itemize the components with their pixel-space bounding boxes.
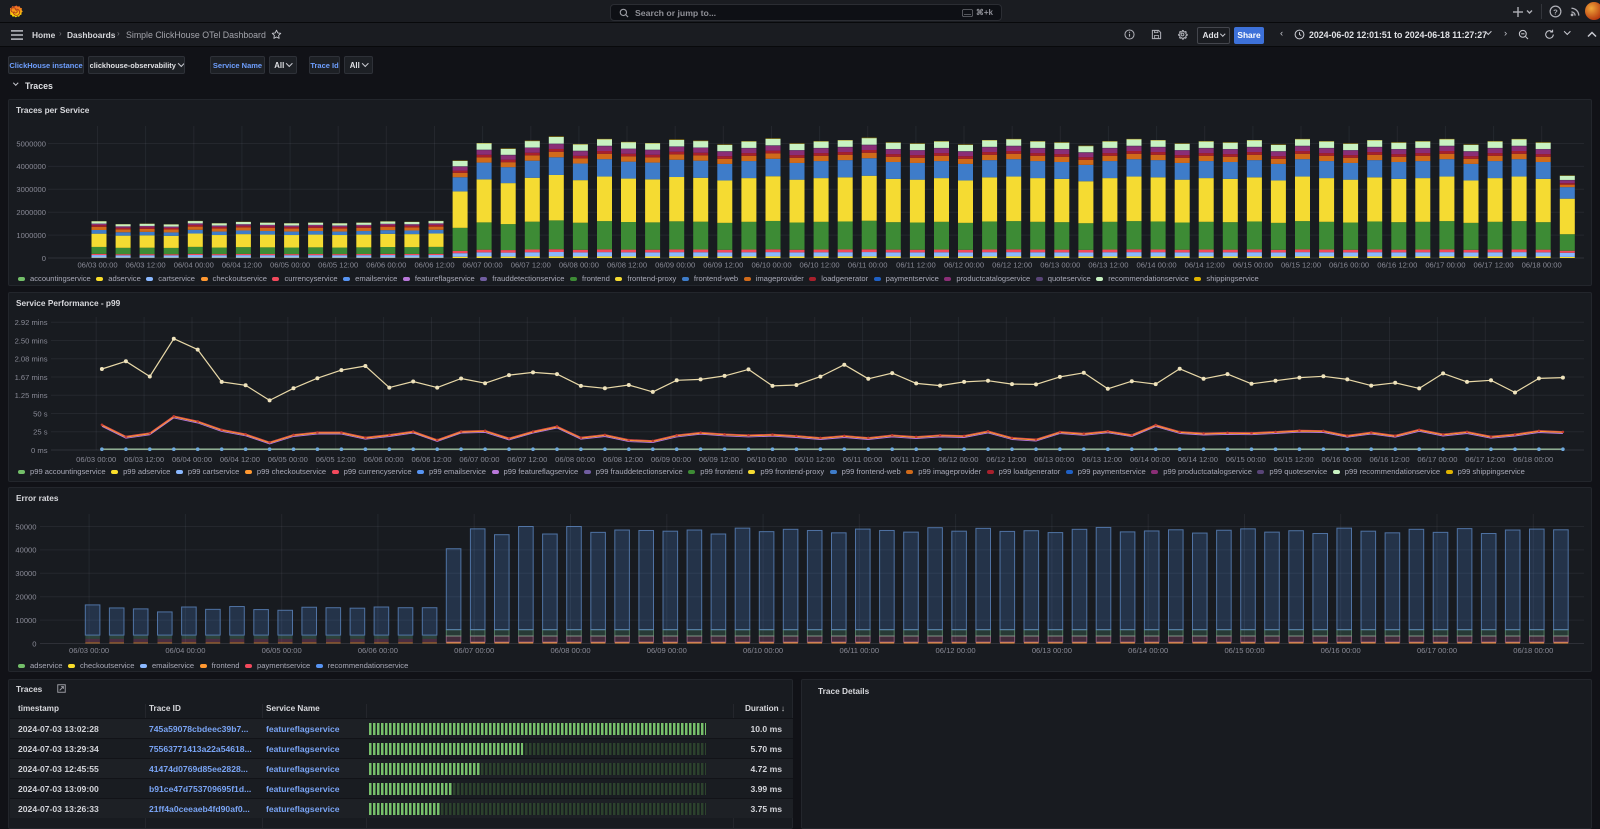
svg-text:06/11 00:00: 06/11 00:00	[848, 261, 888, 270]
svg-text:06/08 00:00: 06/08 00:00	[555, 455, 595, 464]
svg-text:06/10 00:00: 06/10 00:00	[743, 646, 783, 655]
svg-text:06/06 00:00: 06/06 00:00	[366, 261, 406, 270]
svg-text:30000: 30000	[15, 569, 36, 578]
svg-text:06/11 12:00: 06/11 12:00	[891, 455, 931, 464]
svg-text:06/05 00:00: 06/05 00:00	[268, 455, 308, 464]
svg-text:06/15 00:00: 06/15 00:00	[1224, 646, 1264, 655]
svg-text:0: 0	[42, 254, 46, 263]
svg-text:06/03 00:00: 06/03 00:00	[69, 646, 109, 655]
svg-text:25 s: 25 s	[33, 428, 48, 437]
svg-text:06/17 00:00: 06/17 00:00	[1425, 261, 1465, 270]
svg-text:06/13 00:00: 06/13 00:00	[1032, 646, 1072, 655]
svg-text:5000000: 5000000	[16, 139, 46, 148]
svg-text:2.92 mins: 2.92 mins	[15, 318, 48, 327]
svg-text:50 s: 50 s	[33, 409, 48, 418]
svg-text:06/09 00:00: 06/09 00:00	[655, 261, 695, 270]
svg-text:06/17 00:00: 06/17 00:00	[1417, 646, 1457, 655]
svg-text:06/05 12:00: 06/05 12:00	[318, 261, 358, 270]
svg-text:1.67 mins: 1.67 mins	[15, 373, 48, 382]
svg-text:06/11 12:00: 06/11 12:00	[896, 261, 936, 270]
svg-text:06/12 00:00: 06/12 00:00	[938, 455, 978, 464]
svg-text:06/09 00:00: 06/09 00:00	[651, 455, 691, 464]
svg-text:10000: 10000	[15, 616, 36, 625]
svg-text:06/15 00:00: 06/15 00:00	[1226, 455, 1266, 464]
svg-text:06/14 00:00: 06/14 00:00	[1130, 455, 1170, 464]
svg-text:06/13 00:00: 06/13 00:00	[1034, 455, 1074, 464]
svg-text:06/14 12:00: 06/14 12:00	[1178, 455, 1218, 464]
svg-text:06/08 12:00: 06/08 12:00	[603, 455, 643, 464]
svg-text:06/14 00:00: 06/14 00:00	[1137, 261, 1177, 270]
svg-text:06/10 12:00: 06/10 12:00	[800, 261, 840, 270]
svg-text:06/08 12:00: 06/08 12:00	[607, 261, 647, 270]
svg-text:06/09 12:00: 06/09 12:00	[703, 261, 743, 270]
svg-text:06/07 12:00: 06/07 12:00	[507, 455, 547, 464]
svg-text:06/18 00:00: 06/18 00:00	[1522, 261, 1562, 270]
svg-text:06/03 00:00: 06/03 00:00	[77, 261, 117, 270]
svg-text:2.50 mins: 2.50 mins	[15, 336, 48, 345]
svg-text:06/16 12:00: 06/16 12:00	[1369, 455, 1409, 464]
svg-text:06/04 00:00: 06/04 00:00	[174, 261, 214, 270]
svg-text:06/08 00:00: 06/08 00:00	[559, 261, 599, 270]
svg-text:06/16 00:00: 06/16 00:00	[1321, 646, 1361, 655]
svg-text:3000000: 3000000	[16, 185, 46, 194]
svg-text:06/05 12:00: 06/05 12:00	[316, 455, 356, 464]
svg-text:06/09 12:00: 06/09 12:00	[699, 455, 739, 464]
svg-text:06/08 00:00: 06/08 00:00	[550, 646, 590, 655]
svg-text:06/13 12:00: 06/13 12:00	[1088, 261, 1128, 270]
svg-text:06/04 12:00: 06/04 12:00	[220, 455, 260, 464]
svg-text:06/06 12:00: 06/06 12:00	[411, 455, 451, 464]
svg-text:06/18 00:00: 06/18 00:00	[1513, 455, 1553, 464]
svg-text:06/17 00:00: 06/17 00:00	[1417, 455, 1457, 464]
svg-text:06/15 12:00: 06/15 12:00	[1281, 261, 1321, 270]
svg-text:06/12 00:00: 06/12 00:00	[944, 261, 984, 270]
svg-text:2000000: 2000000	[16, 208, 46, 217]
svg-text:06/11 00:00: 06/11 00:00	[840, 646, 880, 655]
svg-text:06/09 00:00: 06/09 00:00	[647, 646, 687, 655]
svg-text:50000: 50000	[15, 522, 36, 531]
svg-text:06/12 00:00: 06/12 00:00	[936, 646, 976, 655]
svg-text:06/10 00:00: 06/10 00:00	[747, 455, 787, 464]
svg-text:06/05 00:00: 06/05 00:00	[270, 261, 310, 270]
svg-text:06/07 00:00: 06/07 00:00	[463, 261, 503, 270]
svg-text:06/16 00:00: 06/16 00:00	[1329, 261, 1369, 270]
svg-text:06/16 00:00: 06/16 00:00	[1322, 455, 1362, 464]
svg-text:06/04 00:00: 06/04 00:00	[165, 646, 205, 655]
svg-text:1.25 mins: 1.25 mins	[15, 391, 48, 400]
svg-text:06/07 00:00: 06/07 00:00	[454, 646, 494, 655]
svg-text:06/18 00:00: 06/18 00:00	[1513, 646, 1553, 655]
svg-text:40000: 40000	[15, 546, 36, 555]
svg-text:06/04 00:00: 06/04 00:00	[172, 455, 212, 464]
svg-text:?: ?	[1553, 7, 1558, 16]
svg-text:4000000: 4000000	[16, 162, 46, 171]
svg-text:1000000: 1000000	[16, 231, 46, 240]
svg-text:06/10 00:00: 06/10 00:00	[751, 261, 791, 270]
svg-text:06/11 00:00: 06/11 00:00	[843, 455, 883, 464]
svg-text:06/12 12:00: 06/12 12:00	[986, 455, 1026, 464]
svg-text:06/06 12:00: 06/06 12:00	[414, 261, 454, 270]
svg-text:06/15 00:00: 06/15 00:00	[1233, 261, 1273, 270]
svg-text:06/13 12:00: 06/13 12:00	[1082, 455, 1122, 464]
svg-text:06/06 00:00: 06/06 00:00	[364, 455, 404, 464]
svg-text:06/14 12:00: 06/14 12:00	[1185, 261, 1225, 270]
svg-text:06/12 12:00: 06/12 12:00	[992, 261, 1032, 270]
svg-text:06/14 00:00: 06/14 00:00	[1128, 646, 1168, 655]
svg-text:06/07 00:00: 06/07 00:00	[459, 455, 499, 464]
svg-text:2.08 mins: 2.08 mins	[15, 355, 48, 364]
svg-text:06/07 12:00: 06/07 12:00	[511, 261, 551, 270]
svg-text:0 ms: 0 ms	[31, 446, 48, 455]
svg-text:06/13 00:00: 06/13 00:00	[1040, 261, 1080, 270]
svg-text:06/03 12:00: 06/03 12:00	[124, 455, 164, 464]
svg-text:06/15 12:00: 06/15 12:00	[1274, 455, 1314, 464]
svg-text:06/17 12:00: 06/17 12:00	[1474, 261, 1514, 270]
svg-text:20000: 20000	[15, 593, 36, 602]
svg-text:06/03 00:00: 06/03 00:00	[76, 455, 116, 464]
svg-text:06/03 12:00: 06/03 12:00	[126, 261, 166, 270]
svg-text:06/06 00:00: 06/06 00:00	[358, 646, 398, 655]
svg-text:06/04 12:00: 06/04 12:00	[222, 261, 262, 270]
svg-text:06/16 12:00: 06/16 12:00	[1377, 261, 1417, 270]
svg-text:06/10 12:00: 06/10 12:00	[795, 455, 835, 464]
svg-text:0: 0	[32, 639, 36, 648]
svg-text:06/05 00:00: 06/05 00:00	[262, 646, 302, 655]
svg-text:06/17 12:00: 06/17 12:00	[1465, 455, 1505, 464]
